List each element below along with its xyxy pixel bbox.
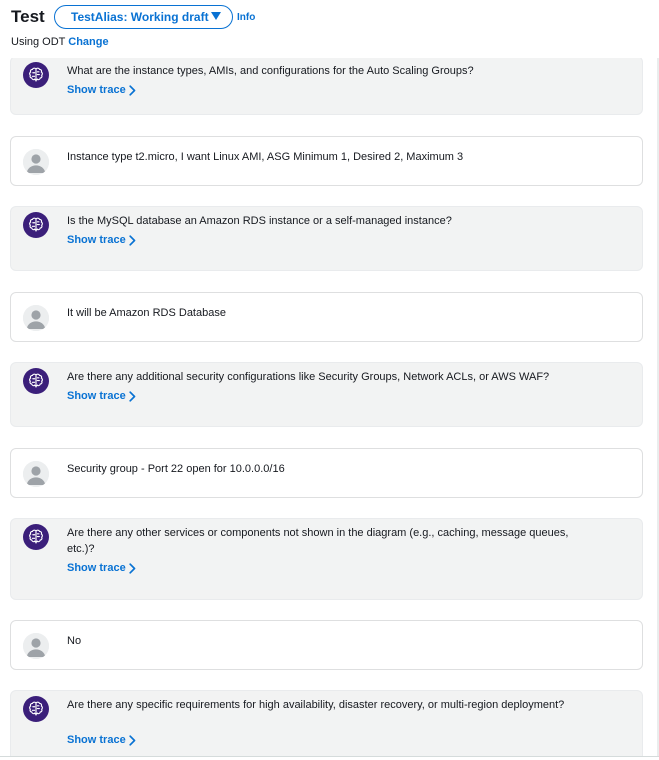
show-trace-link[interactable]: Show trace [67, 562, 136, 574]
person-icon [23, 633, 49, 659]
message-text: No [67, 635, 82, 647]
message-text: Instance type t2.micro, I want Linux AMI… [67, 151, 464, 163]
show-trace-label: Show trace [67, 390, 126, 402]
chevron-right-icon [126, 234, 136, 246]
brain-icon [23, 212, 49, 238]
show-trace-link[interactable]: Show trace [67, 390, 136, 402]
test-header: Test TestAlias: Working draft Info Using… [0, 0, 659, 58]
brain-icon [23, 62, 49, 88]
message-text: Are there any other services or componen… [67, 527, 569, 555]
show-trace-label: Show trace [67, 234, 126, 246]
brain-icon [23, 368, 49, 394]
message-text: It will be Amazon RDS Database [67, 307, 226, 319]
chat-scroll-area[interactable]: What are the instance types, AMIs, and c… [0, 58, 659, 756]
using-model-label: Using ODT [11, 36, 66, 48]
person-icon [23, 305, 49, 331]
brain-icon [23, 524, 49, 550]
user-message: Instance type t2.micro, I want Linux AMI… [10, 136, 643, 186]
chevron-right-icon [126, 84, 136, 96]
show-trace-link[interactable]: Show trace [67, 84, 136, 96]
show-trace-label: Show trace [67, 562, 126, 574]
agent-message: Are there any other services or componen… [10, 518, 643, 600]
model-selection-row: Using ODT Change [11, 36, 109, 48]
show-trace-label: Show trace [67, 734, 126, 746]
brain-icon [23, 696, 49, 722]
person-icon [23, 461, 49, 487]
message-text: What are the instance types, AMIs, and c… [67, 65, 474, 77]
message-text: Security group - Port 22 open for 10.0.0… [67, 463, 285, 475]
alias-dropdown[interactable]: TestAlias: Working draft [54, 5, 233, 29]
user-message: No [10, 620, 643, 670]
caret-down-icon [211, 12, 221, 20]
user-message: Security group - Port 22 open for 10.0.0… [10, 448, 643, 498]
chevron-right-icon [126, 562, 136, 574]
show-trace-link[interactable]: Show trace [67, 234, 136, 246]
agent-message: Is the MySQL database an Amazon RDS inst… [10, 206, 643, 271]
user-message: It will be Amazon RDS Database [10, 292, 643, 342]
info-link[interactable]: Info [237, 12, 255, 23]
agent-message: Are there any specific requirements for … [10, 690, 643, 756]
agent-message: Are there any additional security config… [10, 362, 643, 427]
message-text: Are there any additional security config… [67, 371, 550, 383]
person-icon [23, 149, 49, 175]
agent-test-panel: Test TestAlias: Working draft Info Using… [0, 0, 659, 760]
message-text: Are there any specific requirements for … [67, 699, 565, 711]
show-trace-label: Show trace [67, 84, 126, 96]
chevron-right-icon [126, 734, 136, 746]
chevron-right-icon [126, 390, 136, 402]
divider [0, 756, 659, 757]
page-title: Test [11, 7, 45, 26]
alias-dropdown-label: TestAlias: Working draft [71, 10, 209, 24]
show-trace-link[interactable]: Show trace [67, 734, 136, 746]
message-text: Is the MySQL database an Amazon RDS inst… [67, 215, 452, 227]
change-model-link[interactable]: Change [68, 36, 108, 48]
agent-message: What are the instance types, AMIs, and c… [10, 58, 643, 115]
